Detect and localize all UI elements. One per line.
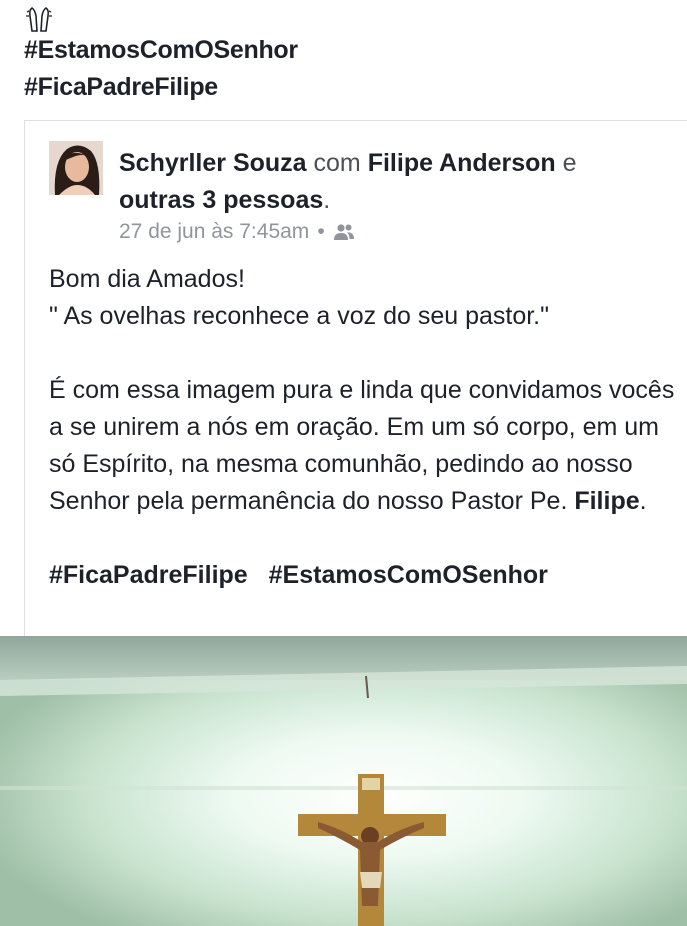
hashtag-link[interactable]: #FicaPadreFilipe [24, 69, 298, 106]
with-word: com [313, 149, 361, 177]
tagged-person[interactable]: Filipe Anderson [368, 149, 556, 177]
and-word: e [562, 149, 577, 177]
message-end: . [639, 487, 647, 515]
quote-line: " As ovelhas reconhece a voz do seu past… [49, 302, 549, 330]
post-hashtags: #FicaPadreFilipe #EstamosComOSenhor [49, 557, 679, 594]
timestamp[interactable]: 27 de jun às 7:45am [119, 220, 309, 244]
message-paragraph: É com essa imagem pura e linda que convi… [49, 372, 679, 520]
hashtag-link[interactable]: #EstamosComOSenhor [269, 561, 548, 589]
avatar[interactable] [49, 141, 103, 195]
praying-hands-icon [26, 7, 52, 32]
others-link[interactable]: outras 3 pessoas [119, 186, 323, 214]
tagged-name-link[interactable]: Filipe [574, 487, 639, 515]
post-text: Bom dia Amados! " As ovelhas reconhece a… [49, 261, 679, 594]
shared-post-card: Schyrller Souza com Filipe Anderson e ou… [24, 120, 687, 640]
crucifix-image[interactable] [0, 636, 687, 926]
hashtag-link[interactable]: #EstamosComOSenhor [24, 32, 298, 69]
post-header: Schyrller Souza com Filipe Anderson e ou… [119, 145, 639, 219]
period: . [323, 186, 331, 214]
hashtag-link[interactable]: #FicaPadreFilipe [49, 561, 248, 589]
friends-icon[interactable] [333, 223, 355, 241]
post-meta: 27 de jun às 7:45am • [119, 220, 355, 244]
meta-separator: • [317, 220, 325, 243]
header-hashtags-block: #EstamosComOSenhor #FicaPadreFilipe [24, 4, 298, 106]
author-name[interactable]: Schyrller Souza [119, 149, 307, 177]
greeting-line: Bom dia Amados! [49, 265, 245, 293]
